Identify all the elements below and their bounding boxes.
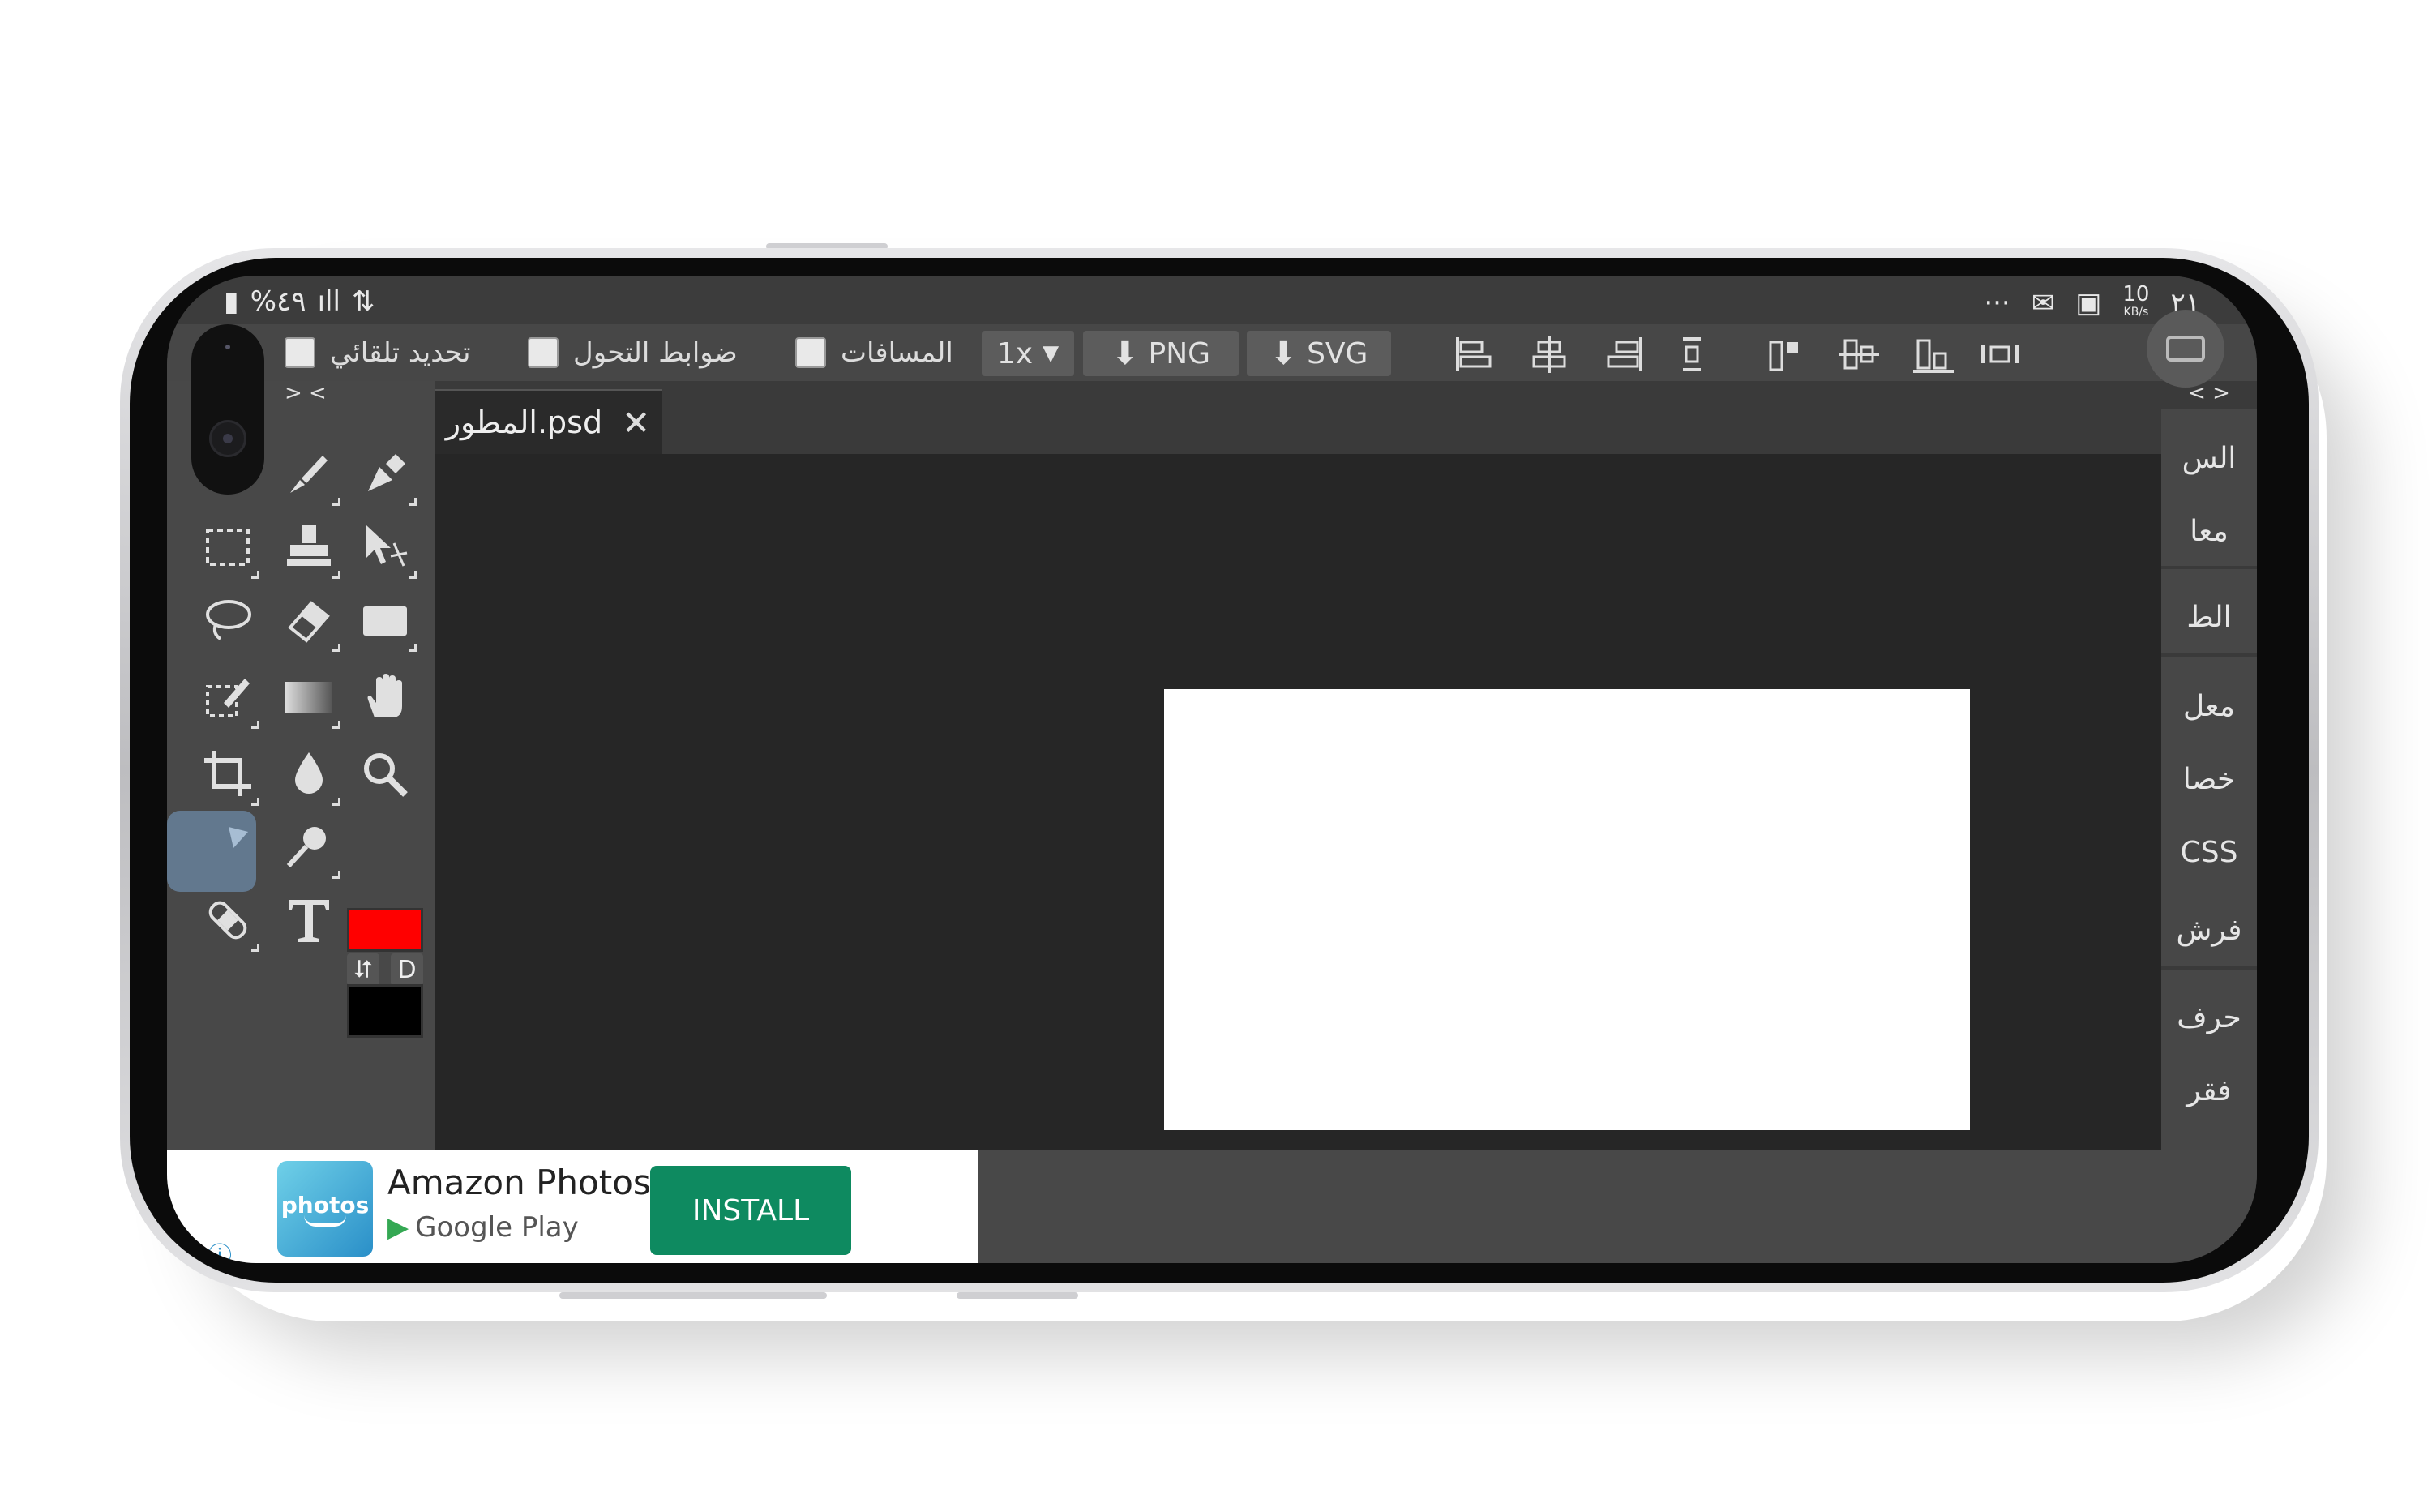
rectangle-tool[interactable] [349, 584, 422, 657]
dodge-tool[interactable] [272, 811, 345, 884]
panel-item-properties[interactable]: خصا [2161, 743, 2257, 816]
more-icon: ··· [1984, 287, 2010, 319]
png-label: PNG [1148, 336, 1211, 371]
phone-volume-button [559, 1292, 827, 1299]
marquee-tool[interactable] [191, 511, 264, 584]
selection-arrow-tool[interactable] [349, 511, 422, 584]
panel-item-history[interactable]: الس [2161, 422, 2257, 495]
auto-select-label: تحديد تلقائي [330, 336, 471, 369]
tab-filename: المطور.psd [445, 405, 603, 440]
align-middle-icon[interactable] [1839, 336, 1879, 373]
default-colors-button[interactable]: D [391, 953, 423, 986]
install-button[interactable]: INSTALL [650, 1166, 851, 1255]
swap-colors-button[interactable]: ⮃ [347, 953, 379, 986]
align-right-icon[interactable] [1605, 336, 1646, 373]
floating-assistant-bubble[interactable] [167, 811, 256, 892]
ad-store-label: Google Play [415, 1211, 579, 1244]
ad-title: Amazon Photos [387, 1163, 651, 1202]
options-bar: تحديد تلقائي ضوابط التحول المسافات 1x ▼ … [167, 324, 2257, 381]
chevron-down-icon: ▼ [1043, 341, 1060, 366]
align-center-icon[interactable] [1529, 336, 1569, 373]
auto-select-option[interactable]: تحديد تلقائي [285, 334, 470, 371]
signal-icon: ıll [317, 285, 340, 318]
scale-dropdown[interactable]: 1x ▼ [982, 331, 1074, 376]
foreground-color-swatch[interactable] [347, 908, 423, 952]
blur-tool[interactable] [272, 738, 345, 811]
align-left-icon[interactable] [1453, 336, 1493, 373]
toolbox: > < ⮃ D [167, 381, 435, 1150]
rotate-screen-button[interactable] [2147, 310, 2224, 388]
document-tabs: المطور.psd ✕ [435, 381, 2161, 454]
ad-store: ▶ Google Play [387, 1211, 579, 1244]
distribute-horizontal-icon[interactable] [1980, 336, 2020, 373]
distances-label: المسافات [841, 336, 953, 369]
collapse-toolbox-toggle[interactable]: > < [285, 381, 327, 405]
transform-controls-checkbox[interactable] [528, 337, 559, 368]
svg-label: SVG [1307, 336, 1368, 371]
net-speed: 10 KB/s [2122, 282, 2150, 319]
transform-controls-label: ضوابط التحول [573, 336, 738, 369]
quick-selection-tool[interactable] [191, 661, 264, 734]
eraser-tool[interactable] [272, 584, 345, 657]
zoom-tool[interactable] [349, 738, 422, 811]
ad-logo-text: photos [280, 1191, 370, 1219]
brush-tool[interactable] [272, 438, 345, 511]
canvas[interactable] [1164, 689, 1970, 1130]
bandage-tool[interactable] [191, 884, 264, 957]
export-svg-button[interactable]: ⬇ SVG [1247, 331, 1391, 376]
panel-item-info[interactable]: معل [2161, 670, 2257, 743]
right-panel: < > الس معا الط معل خصا CSS فرش حرف فقر [2161, 381, 2257, 1150]
close-icon[interactable]: ✕ [622, 403, 650, 443]
phone-screen: ▮ %٤٩ ıll ⇅ ··· ✉ ▣ 10 KB/s ٢١ تحديد تلق… [167, 276, 2257, 1263]
status-bar: ▮ %٤٩ ıll ⇅ ··· ✉ ▣ 10 KB/s ٢١ [167, 276, 2257, 324]
panel-item-css[interactable]: CSS [2161, 816, 2257, 889]
crop-tool[interactable] [191, 738, 264, 811]
panel-item-paragraph[interactable]: فقر [2161, 1054, 2257, 1127]
background-color-swatch[interactable] [347, 984, 423, 1038]
panel-item-layers[interactable]: الط [2161, 580, 2257, 653]
ad-info-icon[interactable]: ⓘ [208, 1236, 232, 1263]
distances-option[interactable]: المسافات [795, 334, 953, 371]
distribute-vertical-icon[interactable] [1672, 336, 1712, 373]
battery-icon: ▮ [224, 285, 239, 318]
pen-tool[interactable] [349, 438, 422, 511]
stamp-tool[interactable] [272, 511, 345, 584]
distances-checkbox[interactable] [795, 337, 826, 368]
download-icon: ⬇ [1111, 335, 1139, 372]
camera-lens-icon [209, 420, 246, 457]
transform-controls-option[interactable]: ضوابط التحول [528, 334, 738, 371]
auto-select-checkbox[interactable] [285, 337, 315, 368]
lasso-tool[interactable] [191, 584, 264, 657]
camera-cutout [191, 324, 264, 495]
amazon-photos-logo: photos [277, 1161, 373, 1257]
export-png-button[interactable]: ⬇ PNG [1083, 331, 1239, 376]
document-workspace[interactable] [435, 454, 2161, 1150]
google-play-icon: ▶ [387, 1211, 409, 1244]
hand-tool[interactable] [349, 661, 422, 734]
data-transfer-icon: ⇅ [351, 285, 375, 318]
image-icon: ▣ [2075, 287, 2102, 319]
gradient-tool[interactable] [272, 661, 345, 734]
ad-banner[interactable]: ⓘ photos Amazon Photos ▶ Google Play INS… [167, 1150, 978, 1263]
phone-power-button [957, 1292, 1078, 1299]
panel-item-adjustments[interactable]: معا [2161, 495, 2257, 568]
align-top-icon[interactable] [1766, 336, 1806, 373]
smile-icon [304, 1215, 346, 1227]
download-icon: ⬇ [1270, 335, 1298, 372]
mail-icon: ✉ [2031, 287, 2055, 319]
rotate-icon [2166, 336, 2205, 362]
panel-item-brushes[interactable]: فرش [2161, 893, 2257, 966]
align-bottom-icon[interactable] [1913, 336, 1954, 373]
tab-document[interactable]: المطور.psd ✕ [435, 389, 662, 454]
battery-level: %٤٩ [250, 285, 306, 318]
panel-item-character[interactable]: حرف [2161, 981, 2257, 1054]
text-tool[interactable] [272, 884, 345, 957]
scale-value: 1x [996, 336, 1034, 371]
